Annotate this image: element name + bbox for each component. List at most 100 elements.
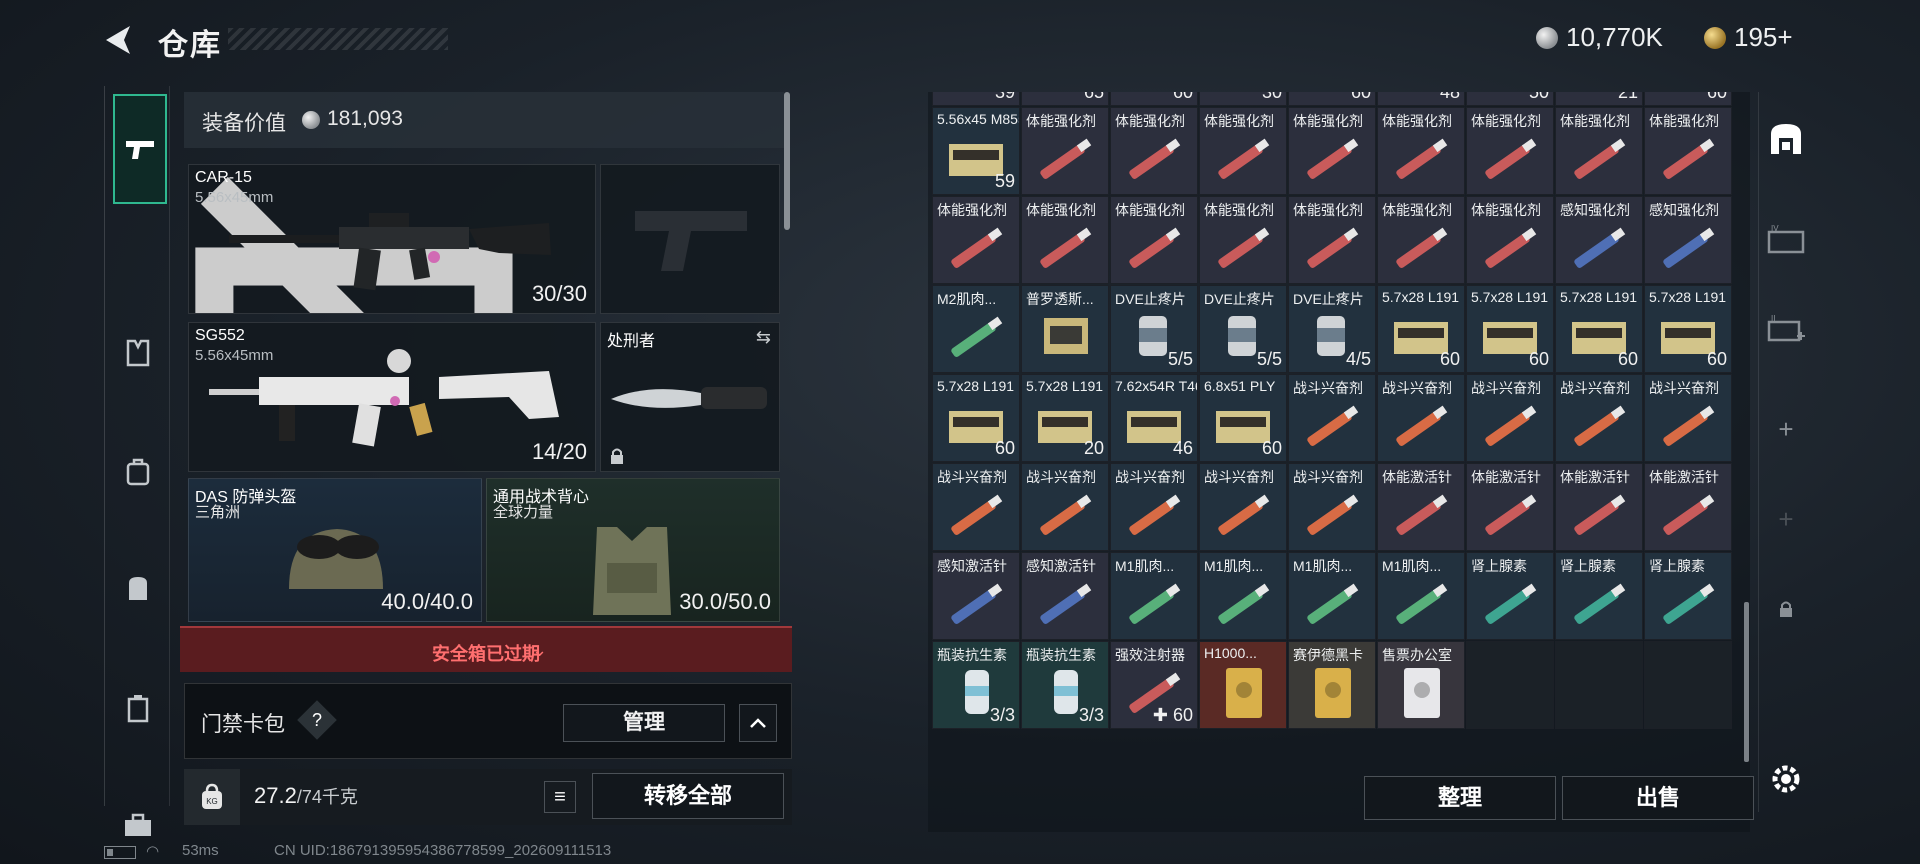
- inventory-item[interactable]: 体能激活针: [1644, 463, 1732, 551]
- swap-icon[interactable]: ⇆: [756, 327, 771, 348]
- inventory-item[interactable]: 战斗兴奋剂: [1644, 374, 1732, 462]
- inventory-item[interactable]: 感知强化剂: [1644, 196, 1732, 284]
- inventory-item[interactable]: 60: [1288, 92, 1376, 106]
- inventory-item[interactable]: 体能激活针: [1377, 463, 1465, 551]
- inventory-item[interactable]: M1肌肉...: [1377, 552, 1465, 640]
- inventory-item[interactable]: 体能强化剂: [1199, 107, 1287, 195]
- inventory-item[interactable]: 战斗兴奋剂: [1377, 374, 1465, 462]
- inventory-item[interactable]: 5.7x28 L191 60: [932, 374, 1020, 462]
- melee-slot[interactable]: 处刑者 ⇆: [600, 322, 780, 472]
- inventory-item[interactable]: 普罗透斯...: [1021, 285, 1109, 373]
- helmet-slot[interactable]: DAS 防弹头盔 三角洲 40.0/40.0: [188, 478, 482, 622]
- inventory-item[interactable]: 战斗兴奋剂: [1021, 463, 1109, 551]
- inventory-item[interactable]: 21: [1555, 92, 1643, 106]
- inventory-item[interactable]: DVE止疼片 4/5: [1288, 285, 1376, 373]
- inventory-item[interactable]: 体能强化剂: [1644, 107, 1732, 195]
- inventory-item[interactable]: DVE止疼片 5/5: [1199, 285, 1287, 373]
- inventory-item[interactable]: 战斗兴奋剂: [1199, 463, 1287, 551]
- inventory-item[interactable]: M1肌肉...: [1199, 552, 1287, 640]
- inventory-item[interactable]: 战斗兴奋剂: [1555, 374, 1643, 462]
- inventory-item[interactable]: 战斗兴奋剂: [1466, 374, 1554, 462]
- inventory-item[interactable]: 体能强化剂: [1021, 107, 1109, 195]
- inventory-item[interactable]: 65: [1021, 92, 1109, 106]
- settings-button[interactable]: [1759, 752, 1813, 806]
- inventory-item[interactable]: 体能激活针: [1555, 463, 1643, 551]
- inventory-item[interactable]: 感知激活针: [1021, 552, 1109, 640]
- inventory-item[interactable]: 体能强化剂: [1110, 107, 1198, 195]
- nav-weapons[interactable]: [113, 94, 167, 204]
- nav-backpack[interactable]: [111, 561, 165, 615]
- inventory-item[interactable]: 体能强化剂: [932, 196, 1020, 284]
- storage-tab-main[interactable]: [1759, 112, 1813, 166]
- pistol-slot-empty[interactable]: [600, 164, 780, 314]
- inventory-item[interactable]: 战斗兴奋剂: [1110, 463, 1198, 551]
- add-storage-plus[interactable]: +: [1759, 402, 1813, 456]
- collapse-button[interactable]: [739, 704, 777, 742]
- storage-tab-2-add[interactable]: II: [1759, 302, 1813, 356]
- inventory-item[interactable]: 肾上腺素: [1555, 552, 1643, 640]
- list-icon[interactable]: ≡: [544, 781, 576, 813]
- inventory-item[interactable]: 感知激活针: [932, 552, 1020, 640]
- inventory-item[interactable]: 50: [1466, 92, 1554, 106]
- inventory-item[interactable]: 体能强化剂: [1110, 196, 1198, 284]
- inventory-item[interactable]: 5.7x28 L191 60: [1555, 285, 1643, 373]
- inventory-item[interactable]: 39: [932, 92, 1020, 106]
- sort-button[interactable]: 整理: [1364, 776, 1556, 820]
- inventory-item[interactable]: 体能强化剂: [1466, 196, 1554, 284]
- inventory-item[interactable]: 60: [1644, 92, 1732, 106]
- inventory-item[interactable]: 体能强化剂: [1555, 107, 1643, 195]
- inventory-item[interactable]: DVE止疼片 5/5: [1110, 285, 1198, 373]
- nav-case[interactable]: [111, 681, 165, 735]
- inventory-item[interactable]: 肾上腺素: [1466, 552, 1554, 640]
- inventory-item[interactable]: M1肌肉...: [1110, 552, 1198, 640]
- inventory-item[interactable]: 30: [1199, 92, 1287, 106]
- inventory-item[interactable]: 瓶装抗生素 3/3: [932, 641, 1020, 729]
- inventory-item[interactable]: 售票办公室: [1377, 641, 1465, 729]
- locked-storage[interactable]: [1759, 582, 1813, 636]
- inventory-item[interactable]: 体能强化剂: [1466, 107, 1554, 195]
- gold-currency[interactable]: 195+: [1704, 22, 1793, 53]
- inventory-item[interactable]: 体能强化剂: [1377, 196, 1465, 284]
- help-icon[interactable]: ?: [297, 700, 337, 740]
- safe-box-expired-alert[interactable]: 安全箱已过期 ⌄: [180, 626, 792, 672]
- inventory-item[interactable]: 6.8x51 PLY 60: [1199, 374, 1287, 462]
- inventory-item[interactable]: 5.7x28 L191 20: [1021, 374, 1109, 462]
- sell-button[interactable]: 出售: [1562, 776, 1754, 820]
- inventory-item[interactable]: M1肌肉...: [1288, 552, 1376, 640]
- nav-armor[interactable]: [111, 326, 165, 380]
- transfer-all-button[interactable]: 转移全部: [592, 773, 784, 819]
- primary-weapon-slot[interactable]: CAR-15 5.56x45mm 30/30: [188, 164, 596, 314]
- inventory-item[interactable]: 60: [1110, 92, 1198, 106]
- vest-slot[interactable]: 通用战术背心 全球力量 30.0/50.0: [486, 478, 780, 622]
- inventory-item[interactable]: 体能强化剂: [1377, 107, 1465, 195]
- inventory-item[interactable]: H1000...: [1199, 641, 1287, 729]
- grid-scrollbar[interactable]: [1744, 602, 1749, 762]
- nav-chest-rig[interactable]: [111, 446, 165, 500]
- inventory-item[interactable]: 7.62x54R T46M 46: [1110, 374, 1198, 462]
- inventory-item[interactable]: 体能强化剂: [1288, 107, 1376, 195]
- inventory-item[interactable]: 体能强化剂: [1288, 196, 1376, 284]
- inventory-item[interactable]: 感知强化剂: [1555, 196, 1643, 284]
- inventory-item[interactable]: 48: [1377, 92, 1465, 106]
- inventory-item[interactable]: 战斗兴奋剂: [1288, 463, 1376, 551]
- inventory-item[interactable]: 体能强化剂: [1021, 196, 1109, 284]
- inventory-item[interactable]: 赛伊德黑卡: [1288, 641, 1376, 729]
- inventory-item[interactable]: 战斗兴奋剂: [932, 463, 1020, 551]
- secondary-weapon-slot[interactable]: SG552 5.56x45mm 14/20: [188, 322, 596, 472]
- inventory-item[interactable]: 体能强化剂: [1199, 196, 1287, 284]
- inventory-item[interactable]: 5.7x28 L191 60: [1466, 285, 1554, 373]
- storage-tab-4[interactable]: IV: [1759, 212, 1813, 266]
- equipment-scrollbar[interactable]: [784, 92, 790, 230]
- inventory-item[interactable]: 肾上腺素: [1644, 552, 1732, 640]
- inventory-item[interactable]: 5.7x28 L191 60: [1644, 285, 1732, 373]
- inventory-item[interactable]: 战斗兴奋剂: [1288, 374, 1376, 462]
- inventory-item[interactable]: M2肌肉...: [932, 285, 1020, 373]
- back-arrow-icon[interactable]: [100, 22, 136, 58]
- manage-button[interactable]: 管理: [563, 704, 725, 742]
- inventory-item[interactable]: 5.7x28 L191 60: [1377, 285, 1465, 373]
- syringe-icon: [1307, 138, 1359, 179]
- inventory-item[interactable]: 瓶装抗生素 3/3: [1021, 641, 1109, 729]
- inventory-item[interactable]: 强效注射器 ✚ 60: [1110, 641, 1198, 729]
- inventory-item[interactable]: 5.56x45 M855A1 59: [932, 107, 1020, 195]
- inventory-item[interactable]: 体能激活针: [1466, 463, 1554, 551]
